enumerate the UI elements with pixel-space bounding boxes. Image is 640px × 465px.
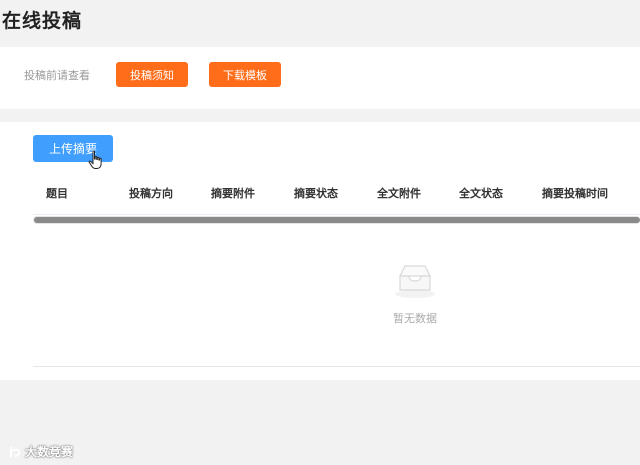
column-header-abstract-attachment: 摘要附件 (211, 187, 255, 200)
abstract-table: 题目 投稿方向 摘要附件 摘要状态 全文附件 全文状态 摘要投稿时间 暂无数据 (33, 170, 640, 367)
hand-cursor-icon (88, 150, 102, 169)
column-header-abstract-submit-time: 摘要投稿时间 (542, 187, 608, 200)
top-panel (0, 47, 640, 109)
submission-notice-button[interactable]: 投稿须知 (116, 62, 188, 87)
empty-box-icon (395, 265, 435, 298)
download-template-button[interactable]: 下载模板 (209, 62, 281, 87)
column-header-fulltext-attachment: 全文附件 (377, 187, 421, 200)
column-header-direction: 投稿方向 (129, 187, 173, 200)
empty-state-text: 暂无数据 (393, 312, 437, 325)
page-title: 在线投稿 (2, 10, 83, 32)
table-header: 题目 投稿方向 摘要附件 摘要状态 全文附件 全文状态 摘要投稿时间 (33, 170, 640, 215)
horizontal-scrollbar-thumb[interactable] (34, 217, 640, 223)
column-header-abstract-status: 摘要状态 (294, 187, 338, 200)
column-header-title: 题目 (46, 187, 68, 200)
column-header-fulltext-status: 全文状态 (459, 187, 503, 200)
watermark-logo-icon (10, 446, 21, 457)
watermark-text: 大数竞赛 (25, 445, 74, 459)
watermark: 大数竞赛 (8, 443, 73, 460)
submission-tip: 投稿前请查看 (24, 69, 90, 82)
